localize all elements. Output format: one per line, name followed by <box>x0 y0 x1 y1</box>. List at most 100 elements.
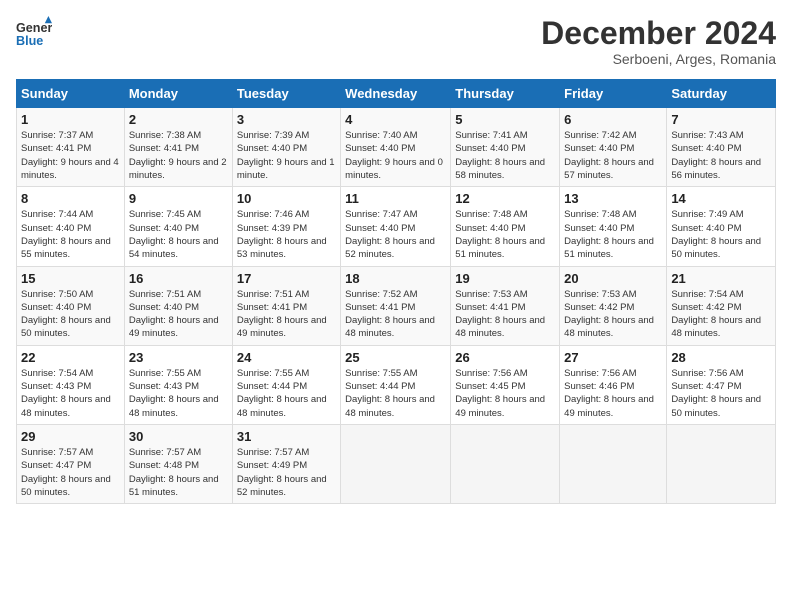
day-number: 30 <box>129 429 228 444</box>
week-row-1: 1 Sunrise: 7:37 AM Sunset: 4:41 PM Daylig… <box>17 108 776 187</box>
col-header-saturday: Saturday <box>667 80 776 108</box>
day-number: 7 <box>671 112 771 127</box>
cell-details: Sunrise: 7:48 AM Sunset: 4:40 PM Dayligh… <box>564 208 662 261</box>
cell-details: Sunrise: 7:56 AM Sunset: 4:45 PM Dayligh… <box>455 367 555 420</box>
calendar-cell <box>341 424 451 503</box>
day-number: 21 <box>671 271 771 286</box>
cell-details: Sunrise: 7:48 AM Sunset: 4:40 PM Dayligh… <box>455 208 555 261</box>
day-number: 31 <box>237 429 336 444</box>
day-number: 6 <box>564 112 662 127</box>
col-header-sunday: Sunday <box>17 80 125 108</box>
cell-details: Sunrise: 7:47 AM Sunset: 4:40 PM Dayligh… <box>345 208 446 261</box>
subtitle: Serboeni, Arges, Romania <box>541 51 776 67</box>
cell-details: Sunrise: 7:38 AM Sunset: 4:41 PM Dayligh… <box>129 129 228 182</box>
day-number: 24 <box>237 350 336 365</box>
calendar-cell: 2 Sunrise: 7:38 AM Sunset: 4:41 PM Daylig… <box>124 108 232 187</box>
svg-text:Blue: Blue <box>16 34 43 48</box>
header-row: SundayMondayTuesdayWednesdayThursdayFrid… <box>17 80 776 108</box>
cell-details: Sunrise: 7:42 AM Sunset: 4:40 PM Dayligh… <box>564 129 662 182</box>
week-row-4: 22 Sunrise: 7:54 AM Sunset: 4:43 PM Dayli… <box>17 345 776 424</box>
calendar-cell: 13 Sunrise: 7:48 AM Sunset: 4:40 PM Dayli… <box>560 187 667 266</box>
cell-details: Sunrise: 7:57 AM Sunset: 4:49 PM Dayligh… <box>237 446 336 499</box>
cell-details: Sunrise: 7:52 AM Sunset: 4:41 PM Dayligh… <box>345 288 446 341</box>
calendar-cell: 28Sunrise: 7:56 AM Sunset: 4:47 PM Dayli… <box>667 345 776 424</box>
week-row-2: 8 Sunrise: 7:44 AM Sunset: 4:40 PM Daylig… <box>17 187 776 266</box>
cell-details: Sunrise: 7:57 AM Sunset: 4:47 PM Dayligh… <box>21 446 120 499</box>
day-number: 27 <box>564 350 662 365</box>
day-number: 22 <box>21 350 120 365</box>
day-number: 8 <box>21 191 120 206</box>
calendar-cell <box>667 424 776 503</box>
day-number: 12 <box>455 191 555 206</box>
calendar-cell: 29 Sunrise: 7:57 AM Sunset: 4:47 PM Dayli… <box>17 424 125 503</box>
cell-details: Sunrise: 7:44 AM Sunset: 4:40 PM Dayligh… <box>21 208 120 261</box>
week-row-5: 29 Sunrise: 7:57 AM Sunset: 4:47 PM Dayli… <box>17 424 776 503</box>
calendar-cell: 27 Sunrise: 7:56 AM Sunset: 4:46 PM Dayli… <box>560 345 667 424</box>
calendar-cell: 21 Sunrise: 7:54 AM Sunset: 4:42 PM Dayli… <box>667 266 776 345</box>
day-number: 26 <box>455 350 555 365</box>
day-number: 16 <box>129 271 228 286</box>
calendar-cell: 7 Sunrise: 7:43 AM Sunset: 4:40 PM Daylig… <box>667 108 776 187</box>
calendar-table: SundayMondayTuesdayWednesdayThursdayFrid… <box>16 79 776 504</box>
day-number: 23 <box>129 350 228 365</box>
logo: General Blue <box>16 16 52 52</box>
calendar-cell: 15Sunrise: 7:50 AM Sunset: 4:40 PM Dayli… <box>17 266 125 345</box>
col-header-thursday: Thursday <box>451 80 560 108</box>
day-number: 15 <box>21 271 120 286</box>
cell-details: Sunrise: 7:41 AM Sunset: 4:40 PM Dayligh… <box>455 129 555 182</box>
calendar-cell: 11Sunrise: 7:47 AM Sunset: 4:40 PM Dayli… <box>341 187 451 266</box>
calendar-cell: 14 Sunrise: 7:49 AM Sunset: 4:40 PM Dayli… <box>667 187 776 266</box>
col-header-wednesday: Wednesday <box>341 80 451 108</box>
calendar-cell: 16Sunrise: 7:51 AM Sunset: 4:40 PM Dayli… <box>124 266 232 345</box>
cell-details: Sunrise: 7:39 AM Sunset: 4:40 PM Dayligh… <box>237 129 336 182</box>
calendar-cell: 26 Sunrise: 7:56 AM Sunset: 4:45 PM Dayli… <box>451 345 560 424</box>
calendar-cell: 22 Sunrise: 7:54 AM Sunset: 4:43 PM Dayli… <box>17 345 125 424</box>
cell-details: Sunrise: 7:54 AM Sunset: 4:43 PM Dayligh… <box>21 367 120 420</box>
calendar-cell <box>451 424 560 503</box>
cell-details: Sunrise: 7:37 AM Sunset: 4:41 PM Dayligh… <box>21 129 120 182</box>
day-number: 18 <box>345 271 446 286</box>
calendar-cell <box>560 424 667 503</box>
day-number: 25 <box>345 350 446 365</box>
day-number: 1 <box>21 112 120 127</box>
month-title: December 2024 <box>541 16 776 51</box>
day-number: 3 <box>237 112 336 127</box>
cell-details: Sunrise: 7:49 AM Sunset: 4:40 PM Dayligh… <box>671 208 771 261</box>
day-number: 19 <box>455 271 555 286</box>
cell-details: Sunrise: 7:54 AM Sunset: 4:42 PM Dayligh… <box>671 288 771 341</box>
calendar-cell: 4Sunrise: 7:40 AM Sunset: 4:40 PM Daylig… <box>341 108 451 187</box>
cell-details: Sunrise: 7:43 AM Sunset: 4:40 PM Dayligh… <box>671 129 771 182</box>
col-header-monday: Monday <box>124 80 232 108</box>
day-number: 29 <box>21 429 120 444</box>
calendar-cell: 10Sunrise: 7:46 AM Sunset: 4:39 PM Dayli… <box>232 187 340 266</box>
cell-details: Sunrise: 7:45 AM Sunset: 4:40 PM Dayligh… <box>129 208 228 261</box>
day-number: 13 <box>564 191 662 206</box>
calendar-cell: 3 Sunrise: 7:39 AM Sunset: 4:40 PM Daylig… <box>232 108 340 187</box>
day-number: 20 <box>564 271 662 286</box>
week-row-3: 15Sunrise: 7:50 AM Sunset: 4:40 PM Dayli… <box>17 266 776 345</box>
cell-details: Sunrise: 7:53 AM Sunset: 4:41 PM Dayligh… <box>455 288 555 341</box>
calendar-cell: 19 Sunrise: 7:53 AM Sunset: 4:41 PM Dayli… <box>451 266 560 345</box>
cell-details: Sunrise: 7:40 AM Sunset: 4:40 PM Dayligh… <box>345 129 446 182</box>
day-number: 14 <box>671 191 771 206</box>
calendar-cell: 1 Sunrise: 7:37 AM Sunset: 4:41 PM Daylig… <box>17 108 125 187</box>
cell-details: Sunrise: 7:57 AM Sunset: 4:48 PM Dayligh… <box>129 446 228 499</box>
calendar-cell: 12 Sunrise: 7:48 AM Sunset: 4:40 PM Dayli… <box>451 187 560 266</box>
cell-details: Sunrise: 7:55 AM Sunset: 4:44 PM Dayligh… <box>237 367 336 420</box>
calendar-cell: 31 Sunrise: 7:57 AM Sunset: 4:49 PM Dayli… <box>232 424 340 503</box>
calendar-cell: 20Sunrise: 7:53 AM Sunset: 4:42 PM Dayli… <box>560 266 667 345</box>
calendar-cell: 25Sunrise: 7:55 AM Sunset: 4:44 PM Dayli… <box>341 345 451 424</box>
calendar-cell: 23Sunrise: 7:55 AM Sunset: 4:43 PM Dayli… <box>124 345 232 424</box>
calendar-cell: 8 Sunrise: 7:44 AM Sunset: 4:40 PM Daylig… <box>17 187 125 266</box>
day-number: 10 <box>237 191 336 206</box>
cell-details: Sunrise: 7:56 AM Sunset: 4:46 PM Dayligh… <box>564 367 662 420</box>
calendar-cell: 9 Sunrise: 7:45 AM Sunset: 4:40 PM Daylig… <box>124 187 232 266</box>
day-number: 5 <box>455 112 555 127</box>
logo-icon: General Blue <box>16 16 52 52</box>
cell-details: Sunrise: 7:56 AM Sunset: 4:47 PM Dayligh… <box>671 367 771 420</box>
day-number: 2 <box>129 112 228 127</box>
day-number: 17 <box>237 271 336 286</box>
day-number: 9 <box>129 191 228 206</box>
calendar-cell: 30 Sunrise: 7:57 AM Sunset: 4:48 PM Dayli… <box>124 424 232 503</box>
calendar-cell: 6 Sunrise: 7:42 AM Sunset: 4:40 PM Daylig… <box>560 108 667 187</box>
